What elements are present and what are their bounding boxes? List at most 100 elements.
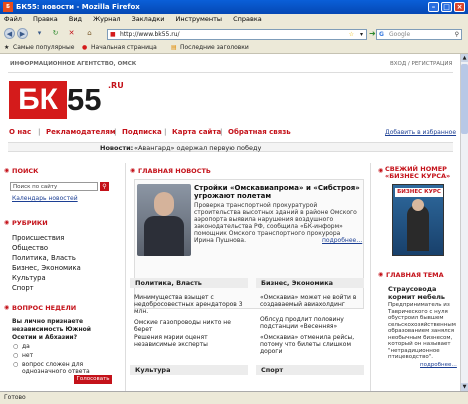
main-news-headline[interactable]: Стройки «Омскавиапрома» и «Сибстроя» угр… — [194, 184, 362, 200]
url-bar[interactable]: ■ http://www.bk55.ru/ ☆ ▾ — [107, 29, 367, 40]
column-culture-title[interactable]: Культура — [130, 365, 248, 375]
close-button[interactable]: × — [454, 2, 465, 12]
business-news-item[interactable]: «Омскавиа» может не войти в создаваемый … — [260, 294, 362, 308]
poll-option-hard: вопрос сложен для однозначного ответа — [22, 361, 90, 375]
scroll-thumb[interactable] — [461, 64, 468, 134]
window-title: БК55: новости - Mozilla Firefox — [16, 3, 140, 11]
poll-radio-yes[interactable]: ○ — [13, 343, 18, 350]
issue-section-title: СВЕЖИЙ НОМЕР «БИЗНЕС КУРСА» — [385, 165, 451, 180]
firefox-icon: Б — [3, 2, 13, 12]
rubric-society[interactable]: Общество — [12, 244, 48, 252]
scroll-up-icon[interactable]: ▲ — [461, 54, 468, 62]
dropdown-icon[interactable]: ▾ — [34, 28, 45, 39]
cover-figure — [407, 205, 429, 251]
scroll-down-icon[interactable]: ▼ — [461, 383, 468, 391]
column-politics-title[interactable]: Политика, Власть — [130, 278, 248, 288]
politics-news-item[interactable]: Минимущества взыщет с недобросовестных а… — [134, 294, 246, 315]
site-search-input[interactable]: Поиск по сайту — [10, 182, 98, 191]
news-calendar-link[interactable]: Календарь новостей — [12, 195, 78, 202]
menu-help[interactable]: Справка — [233, 15, 262, 23]
main-news-photo[interactable] — [137, 184, 191, 256]
bookmark-icon: ★ — [4, 44, 10, 51]
bookmark-start-page[interactable]: Начальная страница — [91, 42, 157, 54]
login-link[interactable]: ВХОД / РЕГИСТРАЦИЯ — [390, 61, 452, 67]
nav-advertisers[interactable]: Рекламодателям — [46, 128, 116, 136]
bookmark-most-visited[interactable]: Самые популярные — [13, 42, 74, 54]
rubrics-section-icon: ◉ — [4, 219, 10, 226]
logo-55[interactable]: 55 — [67, 81, 101, 119]
poll-radio-no[interactable]: ○ — [13, 352, 18, 359]
maximize-button[interactable]: □ — [441, 2, 452, 12]
main-news-more-link[interactable]: подробнее… — [322, 237, 362, 244]
nav-about[interactable]: О нас — [9, 128, 31, 136]
ticker-label: Новости: — [100, 144, 134, 152]
menu-history[interactable]: Журнал — [93, 15, 120, 23]
rubric-politics[interactable]: Политика, Власть — [12, 254, 76, 262]
status-bar: Готово — [0, 391, 468, 404]
url-dropdown-icon[interactable]: ▾ — [360, 30, 363, 40]
search-engine-box[interactable]: G Google ⚲ — [376, 29, 462, 40]
main-news-title: ГЛАВНАЯ НОВОСТЬ — [138, 167, 211, 175]
rubrics-section-title: РУБРИКИ — [12, 219, 48, 227]
poll-option-yes: да — [22, 343, 30, 350]
rubric-culture[interactable]: Культура — [12, 274, 46, 282]
politics-news-item[interactable]: Решения мэрии оценят независимые эксперт… — [134, 334, 246, 348]
minimize-button[interactable]: – — [428, 2, 439, 12]
reload-icon[interactable]: ↻ — [50, 28, 61, 39]
politics-news-item[interactable]: Омские газопроводы никто не берет — [134, 319, 246, 333]
nav-feedback[interactable]: Обратная связь — [228, 128, 291, 136]
bookmarks-toolbar: ★ Самые популярные ● Начальная страница … — [0, 42, 468, 54]
search-submit-button[interactable]: ⚲ — [100, 182, 109, 191]
agency-label: ИНФОРМАЦИОННОЕ АГЕНТСТВО, ОМСК — [10, 61, 137, 67]
header-divider — [8, 72, 453, 73]
main-news-icon: ◉ — [130, 167, 136, 174]
rss-icon: ▤ — [171, 44, 177, 51]
theme-headline[interactable]: Страусовода кормит мебель — [388, 285, 458, 301]
ticker-text[interactable]: «Авангард» одержал первую победу — [134, 144, 261, 152]
menu-edit[interactable]: Правка — [33, 15, 58, 23]
bookmark-icon: ● — [82, 44, 88, 51]
business-news-item[interactable]: Облсуд продлит половину подстанции «Весе… — [260, 316, 362, 330]
right-divider — [370, 163, 371, 391]
magazine-masthead: БИЗНЕС КУРС — [395, 188, 443, 197]
back-arrow-icon[interactable]: ◀ — [4, 28, 15, 39]
rubric-business[interactable]: Бизнес, Экономика — [12, 264, 81, 272]
photo-suit — [144, 216, 184, 256]
theme-more-link[interactable]: подробнее… — [420, 362, 457, 368]
stop-icon[interactable]: ✕ — [66, 28, 77, 39]
add-favorites-link[interactable]: Добавить в избранное — [385, 129, 456, 136]
poll-radio-hard[interactable]: ○ — [13, 361, 18, 368]
menu-view[interactable]: Вид — [69, 15, 82, 23]
forward-arrow-icon[interactable]: ▶ — [17, 28, 28, 39]
rubric-incidents[interactable]: Происшествия — [12, 234, 64, 242]
business-news-item[interactable]: «Омскавиа» отменила рейсы, потому что би… — [260, 334, 362, 355]
google-icon: G — [379, 31, 384, 38]
rubric-sport[interactable]: Спорт — [12, 284, 34, 292]
column-business-title[interactable]: Бизнес, Экономика — [256, 278, 364, 288]
home-icon[interactable]: ⌂ — [84, 28, 95, 39]
poll-section-title: ВОПРОС НЕДЕЛИ — [12, 304, 77, 312]
vote-button[interactable]: Голосовать — [74, 375, 112, 384]
logo-ru: .RU — [108, 81, 124, 90]
magazine-cover[interactable]: БИЗНЕС КУРС — [392, 184, 444, 256]
menu-file[interactable]: Файл — [4, 15, 22, 23]
url-text: http://www.bk55.ru/ — [120, 31, 180, 38]
go-arrow-icon[interactable]: ➜ — [369, 29, 376, 38]
vertical-scrollbar[interactable]: ▲ ▼ — [460, 54, 468, 391]
poll-option-no: нет — [22, 352, 34, 359]
star-icon[interactable]: ☆ — [349, 30, 354, 40]
cover-face — [412, 199, 424, 211]
nav-sitemap[interactable]: Карта сайта — [172, 128, 221, 136]
status-text: Готово — [4, 394, 26, 401]
poll-section-icon: ◉ — [4, 304, 10, 311]
magnifier-icon[interactable]: ⚲ — [455, 30, 459, 40]
photo-face — [154, 192, 174, 216]
logo-bk[interactable]: БК — [9, 81, 67, 119]
nav-subscription[interactable]: Подписка — [122, 128, 162, 136]
theme-section-icon: ◉ — [378, 271, 384, 278]
theme-section-title: ГЛАВНАЯ ТЕМА — [386, 271, 444, 279]
column-sport-title[interactable]: Спорт — [256, 365, 364, 375]
menu-bookmarks[interactable]: Закладки — [132, 15, 165, 23]
menu-tools[interactable]: Инструменты — [176, 15, 223, 23]
bookmark-latest-headlines[interactable]: Последние заголовки — [180, 42, 249, 54]
